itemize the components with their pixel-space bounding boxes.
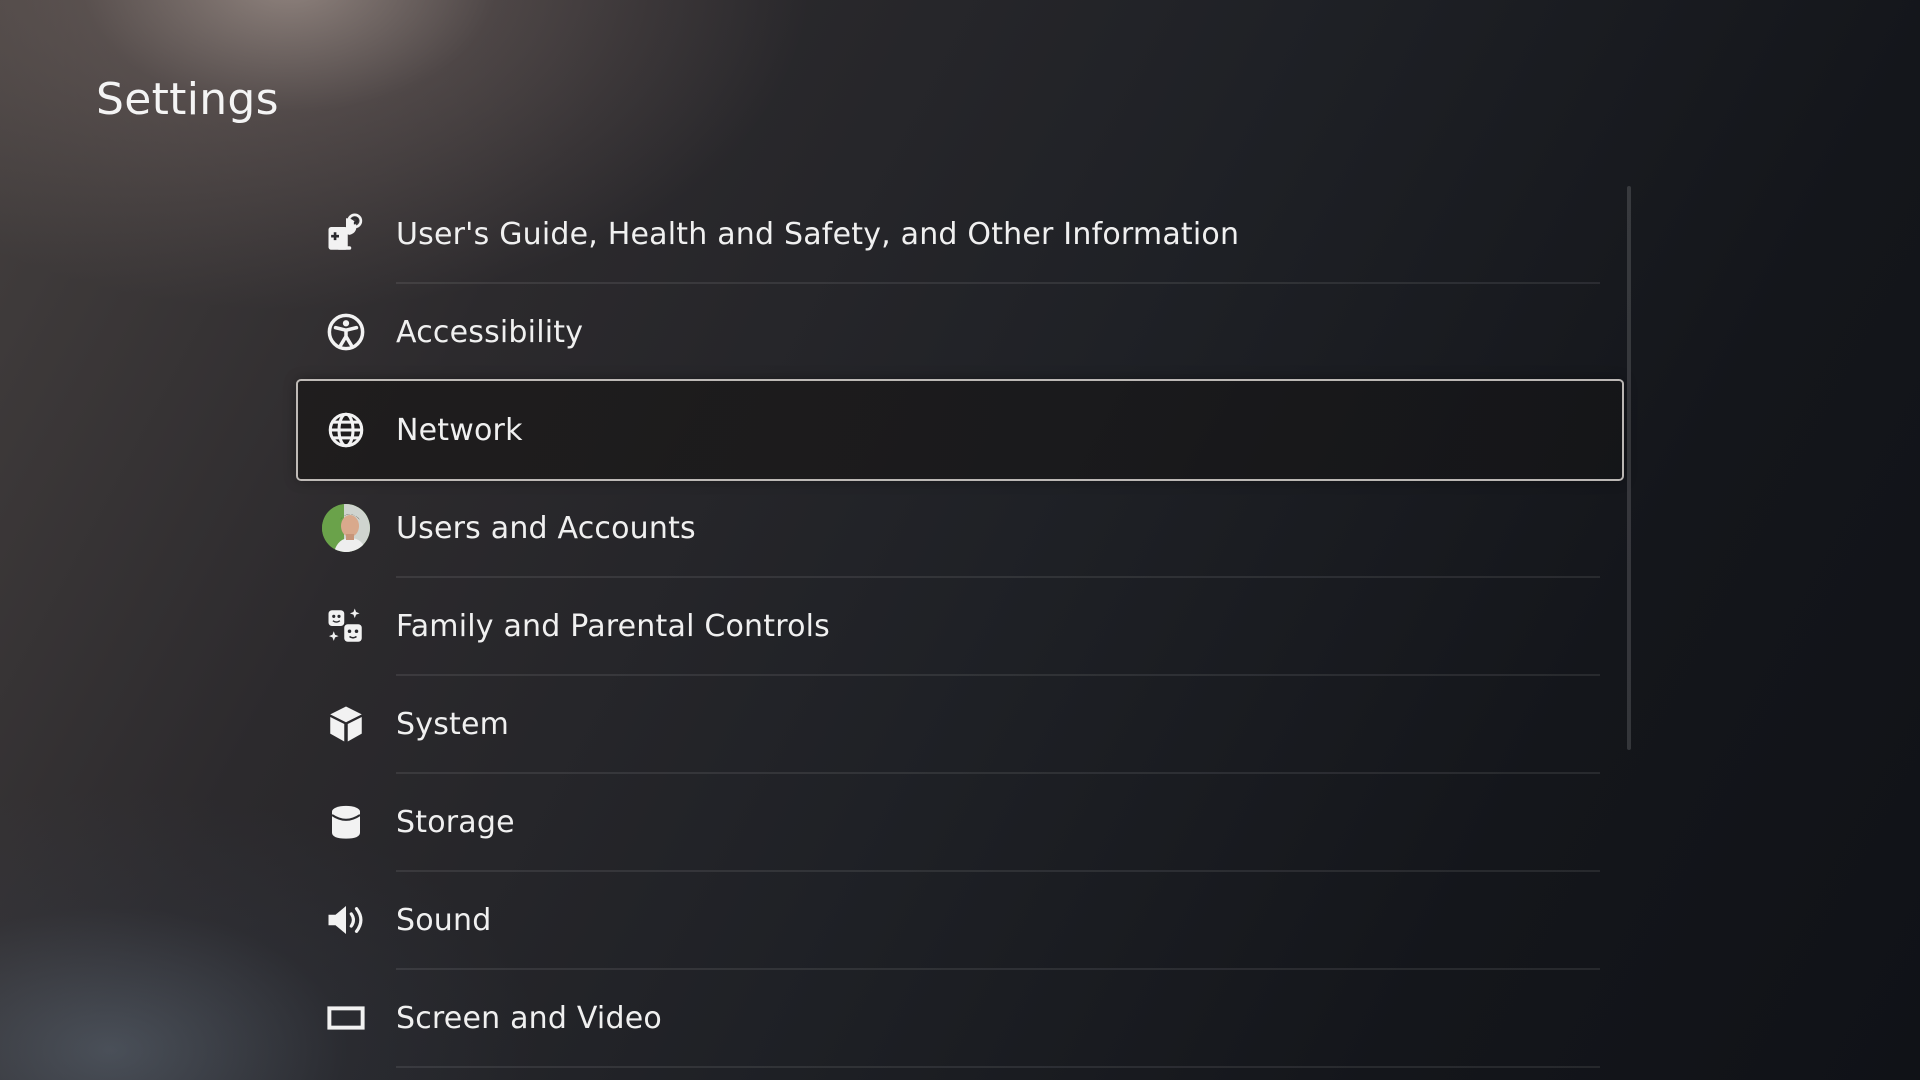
menu-item-label: Network	[396, 412, 523, 448]
scrollbar[interactable]	[1627, 186, 1631, 750]
avatar	[322, 504, 370, 552]
settings-menu: User's Guide, Health and Safety, and Oth…	[298, 185, 1622, 1068]
menu-item-label: Storage	[396, 804, 515, 840]
speaker-icon	[322, 896, 370, 944]
menu-item-label: Accessibility	[396, 314, 584, 350]
menu-item-label: Family and Parental Controls	[396, 608, 831, 644]
storage-icon	[322, 798, 370, 846]
menu-item-label: User's Guide, Health and Safety, and Oth…	[396, 216, 1240, 252]
menu-item-accessibility[interactable]: Accessibility	[298, 283, 1622, 381]
menu-item-storage[interactable]: Storage	[298, 773, 1622, 872]
users-guide-icon	[322, 210, 370, 258]
menu-item-family-parental-controls[interactable]: Family and Parental Controls	[298, 577, 1622, 676]
accessibility-icon	[322, 308, 370, 356]
menu-item-label: Users and Accounts	[396, 510, 696, 546]
page-title: Settings	[96, 74, 279, 125]
globe-icon	[322, 406, 370, 454]
screen-icon	[322, 994, 370, 1042]
family-controls-icon	[322, 602, 370, 650]
menu-item-users-and-accounts[interactable]: Users and Accounts	[298, 479, 1622, 578]
menu-item-screen-and-video[interactable]: Screen and Video	[298, 969, 1622, 1068]
menu-item-system[interactable]: System	[298, 675, 1622, 774]
menu-item-label: Screen and Video	[396, 1000, 662, 1036]
menu-item-label: Sound	[396, 902, 492, 938]
menu-item-sound[interactable]: Sound	[298, 871, 1622, 970]
menu-item-users-guide[interactable]: User's Guide, Health and Safety, and Oth…	[298, 185, 1622, 284]
menu-item-network[interactable]: Network	[298, 381, 1622, 479]
user-avatar	[322, 504, 370, 552]
cube-icon	[322, 700, 370, 748]
menu-item-label: System	[396, 706, 510, 742]
